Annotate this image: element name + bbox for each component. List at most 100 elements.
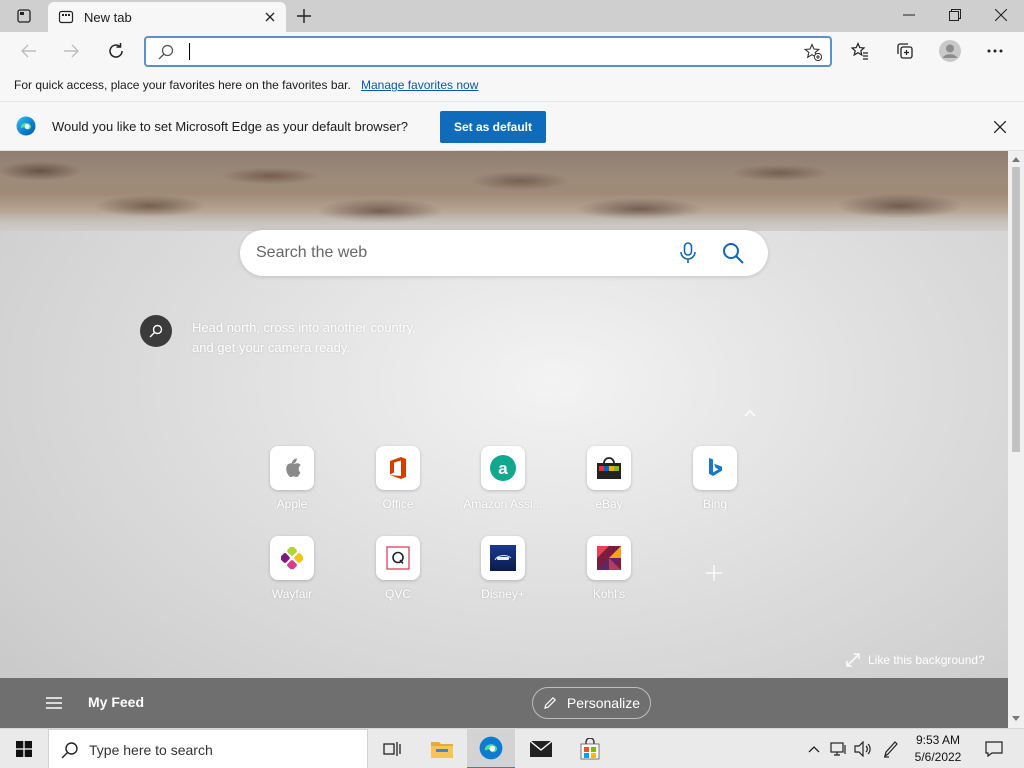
refresh-icon bbox=[109, 43, 123, 58]
web-search-box[interactable]: Search the web bbox=[240, 230, 768, 276]
tile-label: eBay bbox=[595, 497, 623, 511]
tile-icon-box: a bbox=[481, 446, 525, 490]
network-button[interactable] bbox=[828, 729, 850, 768]
restore-button[interactable] bbox=[932, 0, 978, 30]
speaker-icon bbox=[854, 741, 871, 757]
info-fact-icon[interactable] bbox=[140, 315, 172, 347]
scrollbar-thumb[interactable] bbox=[1012, 167, 1020, 452]
minimize-button[interactable] bbox=[886, 0, 932, 30]
add-favorite-icon[interactable] bbox=[804, 43, 822, 61]
forward-button[interactable] bbox=[56, 36, 86, 66]
pen-workspace-button[interactable] bbox=[880, 729, 902, 768]
tab-actions-button[interactable] bbox=[8, 4, 40, 28]
search-icon[interactable] bbox=[722, 242, 744, 264]
tile-ebay[interactable]: eBay bbox=[569, 446, 649, 516]
tile-label: Kohl's bbox=[592, 587, 626, 601]
text-caret bbox=[189, 43, 190, 60]
tile-office[interactable]: Office bbox=[358, 446, 438, 516]
collapse-tiles-button[interactable] bbox=[742, 407, 758, 419]
windows-taskbar: Type here to search 9:53 AM 5/6/2022 bbox=[0, 728, 1024, 768]
address-bar[interactable] bbox=[144, 36, 832, 67]
scroll-up-arrow[interactable] bbox=[1012, 155, 1020, 163]
folder-icon bbox=[431, 742, 453, 758]
show-hidden-icons-button[interactable] bbox=[804, 729, 824, 768]
clock-time: 9:53 AM bbox=[915, 733, 961, 747]
disney-plus-icon bbox=[490, 545, 516, 571]
refresh-button[interactable] bbox=[101, 36, 131, 66]
like-background-link[interactable]: Like this background? bbox=[846, 651, 985, 669]
background-fade bbox=[0, 213, 1008, 231]
infobar-message: Would you like to set Microsoft Edge as … bbox=[52, 119, 408, 134]
tab-new-tab[interactable]: New tab bbox=[48, 2, 286, 32]
edge-taskbar-button[interactable] bbox=[467, 729, 515, 768]
tile-icon-box bbox=[693, 446, 737, 490]
add-site-button[interactable] bbox=[703, 562, 725, 584]
minimize-icon bbox=[903, 14, 915, 16]
office-icon bbox=[390, 457, 406, 479]
window-close-button[interactable] bbox=[978, 0, 1024, 30]
favorites-button[interactable] bbox=[845, 36, 875, 66]
default-browser-infobar: Would you like to set Microsoft Edge as … bbox=[0, 102, 1024, 151]
task-view-button[interactable] bbox=[368, 729, 416, 768]
tile-apple[interactable]: Apple bbox=[252, 446, 332, 516]
tile-icon-box bbox=[376, 536, 420, 580]
scroll-down-arrow[interactable] bbox=[1012, 714, 1020, 722]
chevron-up-icon bbox=[744, 409, 756, 416]
store-button[interactable] bbox=[566, 729, 614, 768]
back-button[interactable] bbox=[14, 36, 44, 66]
avatar-icon bbox=[939, 40, 961, 62]
manage-favorites-link[interactable]: Manage favorites now bbox=[361, 78, 478, 92]
personalize-button[interactable]: Personalize bbox=[532, 687, 651, 719]
amazon-assistant-icon: a bbox=[490, 455, 516, 481]
qvc-icon bbox=[386, 546, 410, 570]
clock[interactable]: 9:53 AM 5/6/2022 bbox=[906, 732, 970, 766]
tile-kohls[interactable]: Kohl's bbox=[569, 536, 649, 606]
tile-label: Office bbox=[382, 497, 414, 511]
mail-icon bbox=[529, 740, 553, 757]
infobar-close-button[interactable] bbox=[990, 117, 1010, 137]
start-button[interactable] bbox=[0, 729, 48, 768]
favorites-bar-hint: For quick access, place your favorites h… bbox=[14, 78, 351, 92]
clock-date: 5/6/2022 bbox=[914, 750, 962, 764]
chevron-up-icon bbox=[808, 745, 820, 752]
mail-button[interactable] bbox=[517, 729, 565, 768]
magnifier-icon bbox=[149, 324, 163, 338]
ebay-icon bbox=[597, 457, 621, 479]
tile-label: Bing bbox=[702, 497, 728, 511]
hamburger-menu-icon[interactable] bbox=[44, 695, 64, 711]
close-icon bbox=[995, 9, 1007, 21]
page-scrollbar[interactable] bbox=[1008, 151, 1024, 728]
triangle-down-icon bbox=[1012, 715, 1020, 721]
network-icon bbox=[830, 742, 846, 756]
tile-bing[interactable]: Bing bbox=[675, 446, 755, 516]
close-icon bbox=[265, 12, 275, 22]
microphone-icon[interactable] bbox=[678, 242, 698, 264]
edge-logo-icon bbox=[16, 116, 36, 136]
notification-icon bbox=[985, 741, 1003, 757]
volume-button[interactable] bbox=[852, 729, 874, 768]
profile-button[interactable] bbox=[935, 36, 965, 66]
new-tab-button[interactable] bbox=[292, 4, 316, 28]
tile-icon-box bbox=[270, 536, 314, 580]
tile-wayfair[interactable]: Wayfair bbox=[252, 536, 332, 606]
tile-disney-plus[interactable]: Disney+ bbox=[463, 536, 543, 606]
tab-close-button[interactable] bbox=[262, 9, 278, 25]
tile-label: Disney+ bbox=[481, 587, 525, 601]
tile-label: Amazon Assi... bbox=[463, 497, 543, 511]
set-as-default-button[interactable]: Set as default bbox=[440, 111, 546, 143]
tab-title: New tab bbox=[84, 10, 132, 25]
tile-label: Wayfair bbox=[271, 587, 313, 601]
settings-more-button[interactable] bbox=[980, 36, 1010, 66]
search-icon bbox=[158, 44, 174, 60]
taskbar-search-box[interactable]: Type here to search bbox=[48, 729, 368, 768]
fact-text-line-2[interactable]: and get your camera ready. bbox=[192, 340, 350, 355]
feed-bar: My Feed Personalize bbox=[0, 678, 1008, 728]
fact-text-line-1[interactable]: Head north, cross into another country, bbox=[192, 320, 416, 335]
plus-icon bbox=[706, 565, 722, 581]
tile-qvc[interactable]: QVC bbox=[358, 536, 438, 606]
my-feed-label[interactable]: My Feed bbox=[88, 694, 144, 710]
collections-button[interactable] bbox=[890, 36, 920, 66]
file-explorer-button[interactable] bbox=[418, 729, 466, 768]
notifications-button[interactable] bbox=[976, 729, 1012, 768]
tile-amazon-assistant[interactable]: a Amazon Assi... bbox=[463, 446, 543, 516]
